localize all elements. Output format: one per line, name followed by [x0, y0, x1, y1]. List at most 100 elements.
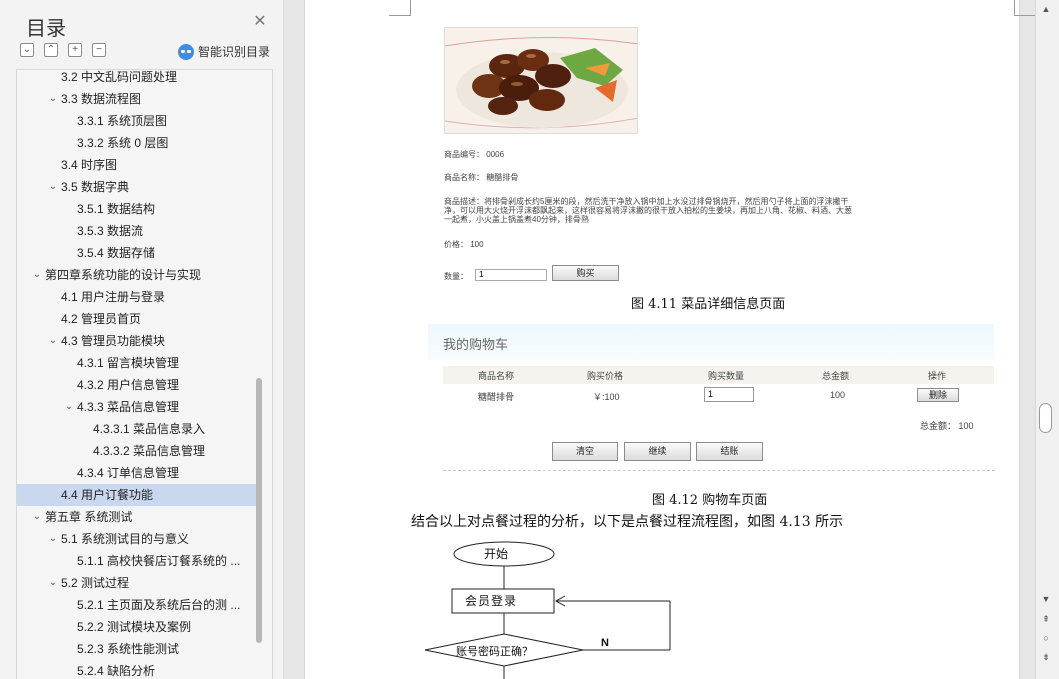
- toc-item-label: 4.1 用户注册与登录: [61, 290, 166, 304]
- toc-item-label: 4.3.4 订单信息管理: [77, 466, 180, 480]
- chevron-down-icon[interactable]: ⌄: [31, 264, 43, 286]
- toc-item-label: 5.2 测试过程: [61, 576, 130, 590]
- chevron-down-icon[interactable]: ⌄: [47, 528, 59, 550]
- buy-button: 购买: [552, 265, 619, 281]
- toc-item-label: 5.2.2 测试模块及案例: [77, 620, 192, 634]
- toc-item[interactable]: 3.3.1 系统顶层图: [17, 110, 257, 132]
- toc-item[interactable]: ⌄ 3.3 数据流程图: [17, 88, 257, 110]
- toc-item[interactable]: 3.5.1 数据结构: [17, 198, 257, 220]
- flow-start-label: 开始: [484, 547, 509, 561]
- cart-delete-button: 删除: [917, 388, 959, 402]
- cart-row-name: 糖醋排骨: [478, 392, 515, 402]
- toc-item[interactable]: 4.3.3.1 菜品信息录入: [17, 418, 257, 440]
- chevron-down-icon[interactable]: ⌄: [47, 330, 59, 352]
- toc-item-label: 第五章 系统测试: [45, 510, 133, 524]
- document-page: 商品编号： 0006 商品名称： 糖醋排骨 商品描述：将排骨剁成长约5厘米的段，…: [304, 0, 1036, 679]
- toc-item[interactable]: 5.1.1 高校快餐店订餐系统的 ...: [17, 550, 257, 572]
- previous-page-icon[interactable]: ⇞: [1040, 614, 1052, 625]
- collapse-all-icon[interactable]: ⌃: [44, 43, 58, 57]
- cart-header-total: 总金额: [822, 371, 850, 381]
- toc-item[interactable]: 4.3.2 用户信息管理: [17, 374, 257, 396]
- toc-item-label: 3.5.3 数据流: [77, 224, 144, 238]
- toc-item[interactable]: 3.4 时序图: [17, 154, 257, 176]
- product-name-text: 商品名称： 糖醋排骨: [444, 173, 519, 182]
- document-area: 商品编号： 0006 商品名称： 糖醋排骨 商品描述：将排骨剁成长约5厘米的段，…: [285, 0, 1036, 679]
- toc-title: 目录: [26, 18, 66, 40]
- toc-item[interactable]: 4.1 用户注册与登录: [17, 286, 257, 308]
- toc-item-label: 4.4 用户订餐功能: [61, 488, 154, 502]
- document-scroll-thumb[interactable]: [1039, 403, 1052, 433]
- product-desc-line3: 一起煮，小火盖上锅盖煮40分钟，排骨熟: [444, 215, 589, 224]
- add-heading-icon[interactable]: +: [68, 43, 82, 57]
- toc-scrollbar-thumb[interactable]: [256, 378, 262, 643]
- toc-item-label: 5.2.4 缺陷分析: [77, 664, 156, 678]
- toc-tree-panel: 3.2 中文乱码问题处理 ⌄ 3.3 数据流程图 3.3.1 系统顶层图 3.3.2 系…: [16, 69, 273, 679]
- cart-row-qty-input: 1: [704, 387, 754, 402]
- crop-mark-right: [1014, 0, 1036, 16]
- toc-item[interactable]: ⌄ 第四章系统功能的设计与实现: [17, 264, 257, 286]
- toc-item[interactable]: 3.5.4 数据存储: [17, 242, 257, 264]
- toc-item[interactable]: ⌄ 第五章 系统测试: [17, 506, 257, 528]
- toc-item[interactable]: ⌄ 4.3.3 菜品信息管理: [17, 396, 257, 418]
- scroll-up-icon[interactable]: ▲: [1040, 4, 1052, 14]
- document-vertical-scrollbar[interactable]: ▲ ▼ ⇞ ○ ⇟: [1035, 0, 1059, 679]
- chevron-down-icon[interactable]: ⌄: [47, 176, 59, 198]
- toc-item[interactable]: 5.2.3 系统性能测试: [17, 638, 257, 660]
- smart-toc-button[interactable]: 智能识别目录: [178, 43, 270, 60]
- cart-header-name: 商品名称: [478, 371, 515, 381]
- chevron-down-icon[interactable]: ⌄: [63, 396, 75, 418]
- chevron-down-icon[interactable]: ⌄: [47, 572, 59, 594]
- toc-item-label: 4.3.1 留言模块管理: [77, 356, 180, 370]
- toc-item[interactable]: 3.3.2 系统 0 层图: [17, 132, 257, 154]
- toc-item[interactable]: 5.2.2 测试模块及案例: [17, 616, 257, 638]
- toc-tree: 3.2 中文乱码问题处理 ⌄ 3.3 数据流程图 3.3.1 系统顶层图 3.3.2 系…: [17, 70, 257, 679]
- toc-item-label: 4.2 管理员首页: [61, 312, 142, 326]
- toc-item[interactable]: 4.4 用户订餐功能: [17, 484, 257, 506]
- smart-toc-label: 智能识别目录: [198, 45, 271, 59]
- flow-login-label: 会员登录: [465, 594, 518, 608]
- toc-item[interactable]: ⌄ 5.2 测试过程: [17, 572, 257, 594]
- toc-item[interactable]: 4.2 管理员首页: [17, 308, 257, 330]
- wps-document-window: 目录 ✕ ⌄ ⌃ + − 智能识别目录 3.2 中文乱码问题处理 ⌄ 3.3 数据流…: [0, 0, 1059, 679]
- toc-item-label: 4.3.3 菜品信息管理: [77, 400, 180, 414]
- cart-continue-button: 继续: [624, 442, 691, 461]
- cart-row-price: ￥:100: [593, 392, 620, 402]
- toc-item[interactable]: 5.2.1 主页面及系统后台的测 ...: [17, 594, 257, 616]
- flow-no-label: N: [601, 637, 609, 649]
- toc-item[interactable]: ⌄ 4.3 管理员功能模块: [17, 330, 257, 352]
- dish-photo: [444, 27, 638, 134]
- toc-item[interactable]: 3.2 中文乱码问题处理: [17, 70, 257, 88]
- scroll-down-icon[interactable]: ▼: [1040, 594, 1052, 604]
- product-qty-label: 数量：: [444, 272, 468, 281]
- expand-all-icon[interactable]: ⌄: [20, 43, 34, 57]
- product-qty-input: 1: [475, 269, 547, 281]
- toc-item-label: 3.5 数据字典: [61, 180, 130, 194]
- close-icon[interactable]: ✕: [252, 14, 268, 30]
- select-browse-object-icon[interactable]: ○: [1040, 633, 1052, 643]
- cart-checkout-button: 结账: [696, 442, 763, 461]
- toc-item-label: 5.2.3 系统性能测试: [77, 642, 180, 656]
- toc-item[interactable]: 4.3.3.2 菜品信息管理: [17, 440, 257, 462]
- toc-item-label: 3.3.1 系统顶层图: [77, 114, 168, 128]
- body-paragraph: 结合以上对点餐过程的分析，以下是点餐过程流程图，如图 4.13 所示: [411, 514, 844, 530]
- chevron-down-icon[interactable]: ⌄: [47, 88, 59, 110]
- toc-item[interactable]: 4.3.4 订单信息管理: [17, 462, 257, 484]
- chevron-down-icon[interactable]: ⌄: [31, 506, 43, 528]
- product-price-text: 价格： 100: [444, 240, 484, 249]
- toc-item-label: 3.5.1 数据结构: [77, 202, 156, 216]
- toc-item[interactable]: 5.2.4 缺陷分析: [17, 660, 257, 679]
- toc-item[interactable]: ⌄ 5.1 系统测试目的与意义: [17, 528, 257, 550]
- next-page-icon[interactable]: ⇟: [1040, 652, 1052, 663]
- remove-heading-icon[interactable]: −: [92, 43, 106, 57]
- product-id-text: 商品编号： 0006: [444, 150, 505, 159]
- toc-item-label: 4.3.3.1 菜品信息录入: [93, 422, 206, 436]
- toc-item[interactable]: ⌄ 3.5 数据字典: [17, 176, 257, 198]
- toc-item[interactable]: 3.5.3 数据流: [17, 220, 257, 242]
- cart-row-total: 100: [830, 390, 846, 400]
- cart-clear-button: 清空: [552, 442, 618, 461]
- toc-item[interactable]: 4.3.1 留言模块管理: [17, 352, 257, 374]
- toc-item-label: 5.1.1 高校快餐店订餐系统的 ...: [77, 554, 241, 568]
- cart-title: 我的购物车: [443, 337, 509, 352]
- ai-robot-icon: [178, 43, 194, 60]
- cart-divider: [443, 470, 995, 471]
